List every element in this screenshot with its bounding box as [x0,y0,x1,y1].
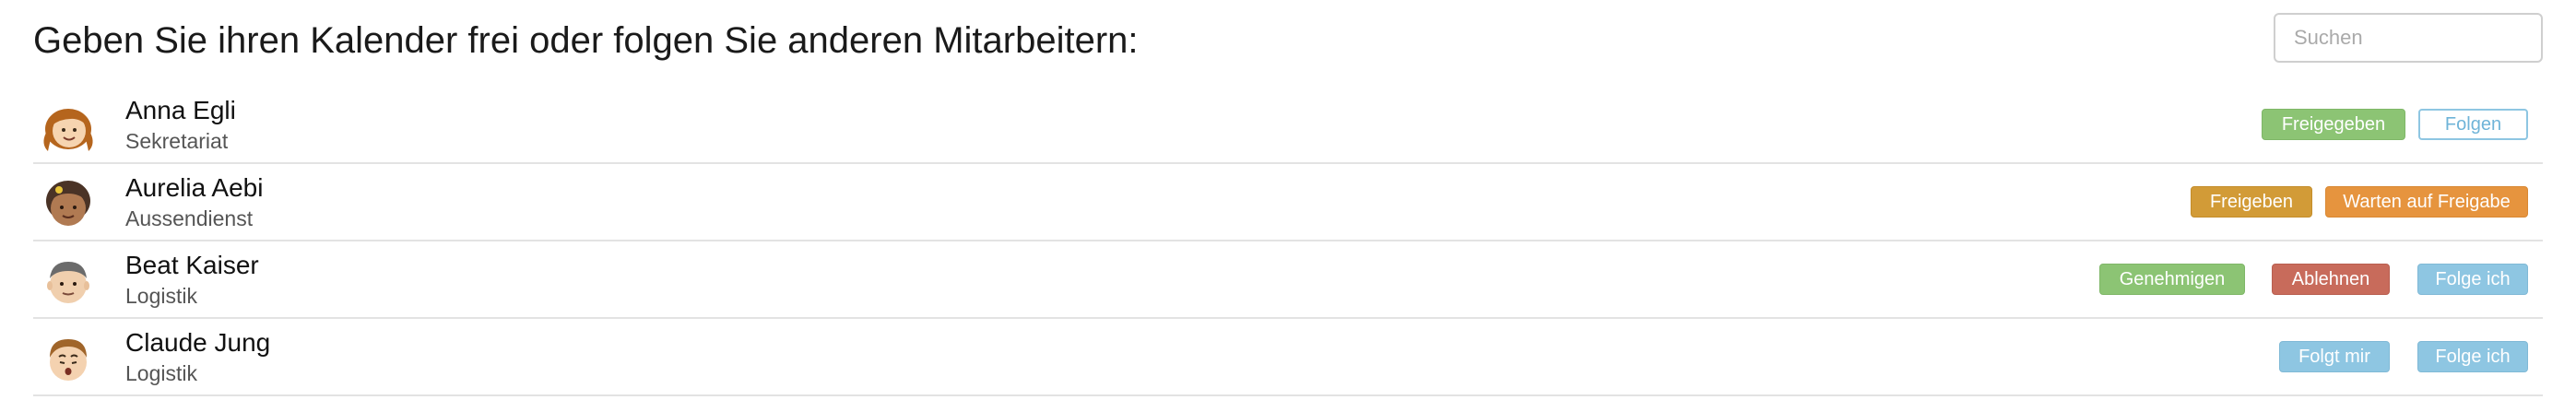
approve-button[interactable]: Genehmigen [2099,264,2245,295]
page-title: Geben Sie ihren Kalender frei oder folge… [33,20,1139,61]
list-item: Claude Jung Logistik Folgt mir Folge ich [33,319,2543,396]
person-department: Sekretariat [125,129,229,153]
list-item: Anna Egli Sekretariat Freigegeben Folgen [33,87,2543,164]
person-department: Logistik [125,361,197,385]
person-department: Aussendienst [125,206,254,230]
shared-button[interactable]: Freigegeben [2262,109,2405,140]
person-name: Beat Kaiser [125,251,259,279]
woman-avatar-icon [46,181,90,226]
reject-button[interactable]: Ablehnen [2272,264,2390,295]
list-item: Beat Kaiser Logistik Genehmigen Ablehnen… [33,241,2543,319]
list-item: Aurelia Aebi Aussendienst Freigeben Wart… [33,164,2543,241]
share-button[interactable]: Freigeben [2191,186,2312,218]
girl-avatar-icon [43,109,93,151]
person-name: Claude Jung [125,328,271,357]
employee-list: Anna Egli Sekretariat Freigegeben Folgen… [33,87,2543,396]
page-header: Geben Sie ihren Kalender frei oder folge… [33,13,2543,77]
person-name: Aurelia Aebi [125,173,264,202]
person-department: Logistik [125,284,197,308]
man-avatar-icon [47,262,89,303]
boy-avatar-icon [50,339,87,381]
follows-me-button[interactable]: Folgt mir [2279,341,2390,372]
person-name: Anna Egli [125,96,236,124]
follow-button[interactable]: Folgen [2418,109,2528,140]
search-input[interactable] [2274,13,2543,63]
following-button[interactable]: Folge ich [2417,264,2528,295]
awaiting-approval-button[interactable]: Warten auf Freigabe [2325,186,2528,218]
following-button[interactable]: Folge ich [2417,341,2528,372]
